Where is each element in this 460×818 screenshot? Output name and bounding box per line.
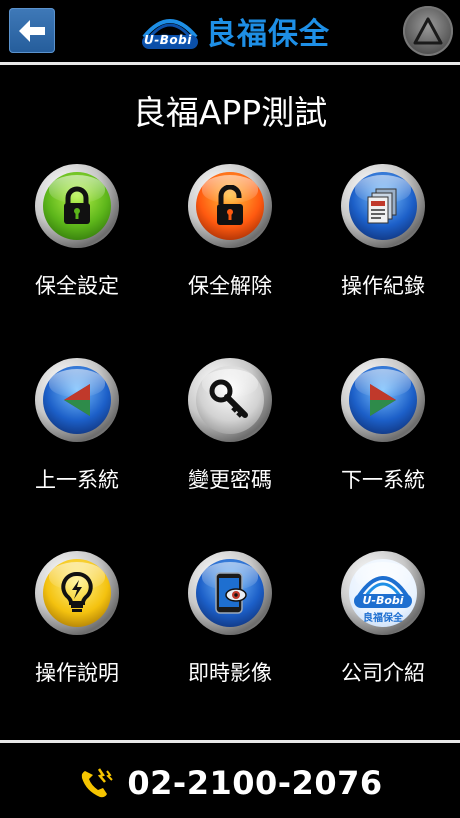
key-icon (209, 379, 248, 418)
tile-label: 變更密碼 (188, 468, 272, 492)
change-password-button-icon (188, 358, 272, 442)
security-set-button-icon (35, 164, 119, 248)
tile-change-password[interactable]: 變更密碼 (170, 358, 290, 508)
documents-icon (367, 188, 397, 224)
tile-operation-log[interactable]: 操作紀錄 (323, 164, 443, 314)
header-divider (0, 62, 460, 65)
previous-system-button-icon (35, 358, 119, 442)
tile-company-intro[interactable]: U-Bobi 良福保全 公司介紹 (323, 551, 443, 701)
back-button[interactable] (9, 8, 55, 53)
tile-label: 上一系統 (35, 468, 119, 492)
next-system-button-icon (341, 358, 425, 442)
menu-button[interactable] (403, 6, 453, 56)
company-logo-icon: U-Bobi 良福保全 (350, 560, 416, 626)
lock-closed-icon (64, 186, 90, 224)
tile-live-video[interactable]: 即時影像 (170, 551, 290, 701)
brand-logo: U-Bobi (138, 11, 202, 51)
phone-contact[interactable]: 02-2100-2076 (0, 760, 460, 806)
company-logo-text: U-Bobi (362, 594, 404, 607)
tile-label: 保全解除 (188, 274, 272, 298)
phone-number: 02-2100-2076 (127, 764, 383, 802)
tile-label: 公司介紹 (341, 661, 425, 685)
tile-security-release[interactable]: 保全解除 (170, 164, 290, 314)
brand-logo-text: U-Bobi (144, 33, 192, 47)
brand: U-Bobi 良福保全 (138, 9, 330, 53)
security-release-button-icon (188, 164, 272, 248)
tile-instructions[interactable]: 操作說明 (17, 551, 137, 701)
tile-label: 操作說明 (35, 661, 119, 685)
previous-icon (64, 384, 90, 416)
company-intro-button-icon: U-Bobi 良福保全 (341, 551, 425, 635)
tile-label: 即時影像 (188, 661, 272, 685)
header-bar: U-Bobi 良福保全 (0, 0, 460, 62)
arrow-left-icon (17, 18, 47, 44)
tile-next-system[interactable]: 下一系統 (323, 358, 443, 508)
tile-security-set[interactable]: 保全設定 (17, 164, 137, 314)
page-title: 良福APP測試 (132, 93, 328, 132)
live-video-button-icon (188, 551, 272, 635)
tile-label: 操作紀錄 (341, 274, 425, 298)
triangle-icon (413, 17, 443, 45)
tablet-camera-icon (215, 572, 247, 614)
lock-open-icon (217, 185, 243, 225)
operation-log-button-icon (341, 164, 425, 248)
company-logo-subtext: 良福保全 (363, 613, 403, 624)
tile-label: 保全設定 (35, 274, 119, 298)
brand-title: 良福保全 (206, 17, 330, 52)
instructions-button-icon (35, 551, 119, 635)
phone-icon (77, 765, 117, 801)
tile-label: 下一系統 (341, 468, 425, 492)
lightbulb-icon (61, 572, 93, 612)
tile-previous-system[interactable]: 上一系統 (17, 358, 137, 508)
footer-divider (0, 740, 460, 743)
next-icon (370, 384, 396, 416)
